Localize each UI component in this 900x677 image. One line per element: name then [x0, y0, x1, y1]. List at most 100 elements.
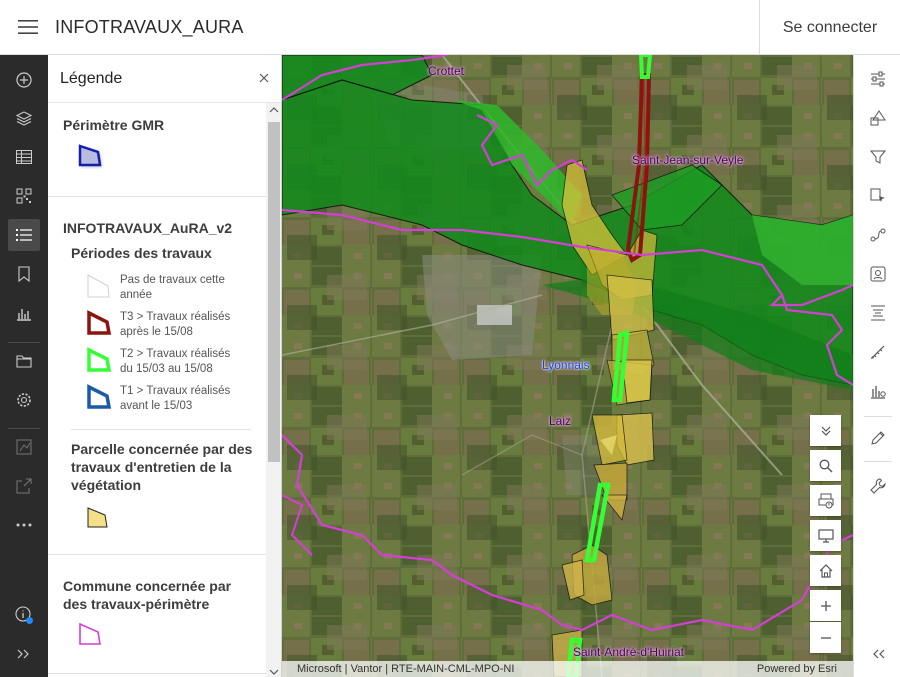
map-attribution: Microsoft | Vantor | RTE-MAIN-CML-MPO-NI…	[282, 661, 853, 677]
right-toolbar	[853, 55, 900, 677]
attribution-text: Microsoft | Vantor | RTE-MAIN-CML-MPO-NI	[297, 663, 515, 675]
expand-icon	[17, 649, 29, 659]
close-button[interactable]	[259, 70, 269, 88]
legend-title: Légende	[60, 69, 123, 87]
legend-scrollbar-thumb[interactable]	[268, 122, 280, 462]
app-title: INFOTRAVAUX_AURA	[55, 16, 244, 37]
charts-button[interactable]	[8, 297, 40, 329]
edit-icon	[871, 431, 885, 445]
fullscreen-icon	[817, 528, 834, 543]
gmr-perimeter-swatch	[78, 143, 110, 178]
legend-header: Légende	[48, 55, 281, 103]
analysis-icon	[16, 439, 32, 455]
search-icon	[819, 459, 832, 472]
collapse-controls-button[interactable]	[810, 415, 841, 446]
legend-subtitle: Périodes des travaux	[71, 245, 212, 261]
legend-item-label: Pas de travaux cette année	[120, 274, 225, 301]
qr-code-icon	[16, 188, 32, 204]
place-label-crottet: Crottet	[428, 64, 465, 78]
edit-button[interactable]	[863, 423, 893, 453]
legend-item-label: T1 > Travaux réalisés avant le 15/03	[120, 385, 231, 412]
legend-subtitle: Parcelle concernée par des travaux d'ent…	[71, 441, 253, 493]
measure-icon	[871, 345, 885, 359]
home-button[interactable]	[810, 555, 841, 586]
place-label-lyonnais: Lyonnais	[542, 358, 590, 372]
fullscreen-button[interactable]	[810, 520, 841, 551]
more-button[interactable]	[8, 509, 40, 541]
align-icon	[871, 305, 885, 321]
info-icon	[15, 606, 33, 624]
qr-button[interactable]	[8, 180, 40, 212]
bookmarks-button[interactable]	[8, 258, 40, 290]
select-icon	[870, 188, 885, 202]
bookmark-icon	[18, 266, 30, 282]
legend-item: Pas de travaux cette année	[86, 273, 240, 303]
legend-swatch-none	[87, 274, 110, 298]
analysis-button[interactable]	[8, 431, 40, 463]
legend-swatch-t1	[87, 384, 112, 409]
collapse-toolbar-button[interactable]	[863, 639, 893, 669]
gear-icon	[17, 393, 31, 407]
folder-button[interactable]	[8, 345, 40, 377]
hamburger-icon	[17, 20, 38, 34]
home-icon	[819, 563, 832, 578]
directions-icon	[870, 228, 886, 242]
print-button[interactable]	[810, 485, 841, 516]
align-button[interactable]	[863, 298, 893, 328]
chevron-up-icon	[269, 107, 279, 113]
legend-item: T2 > Travaux réalisés du 15/03 au 15/08	[86, 347, 240, 377]
legend-swatch-t3	[87, 310, 112, 335]
chevrons-down-icon	[821, 426, 830, 436]
settings-button[interactable]	[8, 384, 40, 416]
toolbar-divider	[8, 428, 40, 429]
legend-panel: Légende Périmètre GMR INFOTRAVAUX_AuRA_v…	[48, 55, 282, 677]
sign-in-button[interactable]: Se connecter	[759, 0, 900, 55]
shapes-icon	[870, 110, 886, 126]
share-button[interactable]	[8, 470, 40, 502]
share-icon	[16, 478, 32, 494]
legend-item: T3 > Travaux réalisés après le 15/08	[86, 310, 240, 340]
zoom-out-button[interactable]	[810, 622, 841, 653]
select-button[interactable]	[863, 181, 893, 211]
zoom-out-icon	[820, 636, 831, 639]
commune-swatch	[78, 622, 104, 653]
zoom-in-button[interactable]	[810, 590, 841, 621]
near-me-button[interactable]	[863, 259, 893, 289]
menu-button[interactable]	[0, 0, 55, 55]
tools-button[interactable]	[863, 471, 893, 501]
place-label-saint-andre: Saint-André-d'Huiriat	[573, 645, 685, 659]
filter-icon	[870, 150, 886, 164]
search-button[interactable]	[810, 450, 841, 481]
legend-divider	[48, 196, 266, 197]
legend-content[interactable]: Périmètre GMR INFOTRAVAUX_AuRA_v2 Périod…	[48, 103, 266, 677]
directions-button[interactable]	[863, 220, 893, 250]
chart-icon	[17, 309, 31, 321]
about-button[interactable]	[8, 599, 40, 631]
chart-settings-icon	[871, 386, 886, 399]
zoom-in-icon	[820, 600, 831, 611]
legend-section-title: Commune concernée par des travaux-périmè…	[63, 578, 232, 612]
legend-section-title: INFOTRAVAUX_AuRA_v2	[63, 220, 233, 236]
map-view[interactable]: Crottet Saint-Jean-sur-Veyle Lyonnais La…	[282, 55, 853, 677]
layers-button[interactable]	[8, 102, 40, 134]
chart-settings-button[interactable]	[863, 376, 893, 406]
parcel-swatch	[86, 506, 112, 535]
sliders-button[interactable]	[863, 64, 893, 94]
legend-item-label: T3 > Travaux réalisés après le 15/08	[120, 311, 231, 338]
legend-button[interactable]	[8, 219, 40, 251]
toolbar-divider	[864, 416, 892, 417]
close-icon	[259, 73, 269, 83]
table-button[interactable]	[8, 141, 40, 173]
legend-divider	[48, 554, 266, 555]
powered-by-esri-link[interactable]: Powered by Esri	[757, 663, 837, 675]
shapes-button[interactable]	[863, 103, 893, 133]
expand-toolbar-button[interactable]	[8, 638, 40, 670]
place-label-laiz: Laiz	[549, 414, 572, 428]
filter-button[interactable]	[863, 142, 893, 172]
legend-item-label: T2 > Travaux réalisés du 15/03 au 15/08	[120, 348, 231, 375]
add-data-button[interactable]	[8, 64, 40, 96]
add-icon	[16, 72, 32, 88]
legend-divider	[48, 673, 266, 674]
collapse-icon	[873, 649, 885, 659]
measure-button[interactable]	[863, 337, 893, 367]
